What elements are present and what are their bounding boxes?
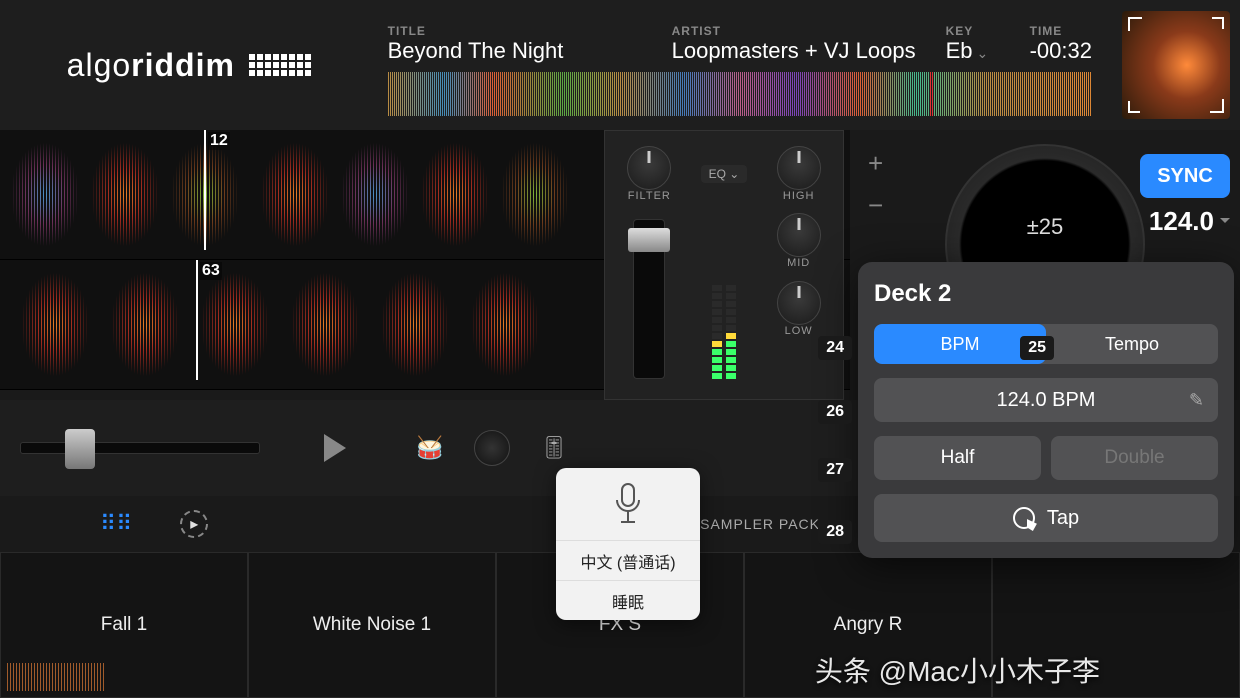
tap-icon (1013, 507, 1035, 529)
callout-badge: 28 (818, 520, 852, 544)
watermark-text: 头条 @Mac小小木子李 (815, 650, 1100, 690)
key-label: KEY (946, 24, 1006, 38)
half-button[interactable]: Half (874, 436, 1041, 480)
vu-meter (712, 219, 736, 379)
pitch-range: ±25 (1027, 214, 1064, 240)
high-knob[interactable] (777, 146, 821, 190)
time-label: TIME (1030, 24, 1092, 38)
mid-knob[interactable] (777, 213, 821, 257)
voice-language[interactable]: 中文 (普通话) (556, 540, 700, 580)
pitch-plus-icon[interactable]: + (868, 148, 883, 179)
track-artist: Loopmasters + VJ Loops (672, 38, 922, 64)
bpm-display[interactable]: 124.0 (1149, 206, 1230, 237)
callout-badge: 25 (1020, 336, 1054, 360)
drums-icon[interactable]: 🥁 (410, 428, 450, 468)
eq-dropdown[interactable]: EQ ⌄ (701, 165, 748, 183)
voice-sleep[interactable]: 睡眠 (556, 580, 700, 620)
logo-prefix: algo (67, 47, 132, 84)
microphone-icon[interactable] (556, 468, 700, 540)
app-logo: algoriddim (10, 47, 368, 84)
sample-pad[interactable]: Fall 1 (0, 552, 248, 698)
channel-fader[interactable] (633, 219, 665, 379)
sync-button[interactable]: SYNC (1140, 154, 1230, 198)
filter-knob[interactable] (627, 146, 671, 190)
callout-badge: 26 (818, 400, 852, 424)
sampler-pack-label[interactable]: SAMPLER PACK (700, 516, 820, 532)
low-label: LOW (777, 325, 821, 337)
cue-marker[interactable]: 12 (208, 132, 230, 150)
high-label: HIGH (777, 190, 821, 202)
cue-marker[interactable]: 63 (200, 262, 222, 280)
track-key[interactable]: Eb⌄ (946, 38, 1006, 64)
deck2-popover: Deck 2 BPM Tempo 124.0 BPM ✎ Half Double… (858, 262, 1234, 558)
crossfader[interactable] (20, 442, 260, 454)
low-knob[interactable] (777, 281, 821, 325)
tap-button[interactable]: Tap (874, 494, 1218, 542)
voice-input-popup: 中文 (普通话) 睡眠 (556, 468, 700, 620)
artist-label: ARTIST (672, 24, 922, 38)
chevron-down-icon: ⌄ (977, 45, 989, 61)
filter-label: FILTER (627, 190, 671, 202)
edit-icon[interactable]: ✎ (1189, 390, 1204, 411)
track-info: TITLE Beyond The Night ARTIST Loopmaster… (368, 14, 1112, 116)
callout-badge: 24 (818, 336, 852, 360)
metronome-icon[interactable]: 🎚 (534, 428, 574, 468)
play-button[interactable] (324, 434, 346, 462)
tempo-segment[interactable]: Tempo (1046, 324, 1218, 364)
title-label: TITLE (388, 24, 648, 38)
callout-badge: 27 (818, 458, 852, 482)
double-button[interactable]: Double (1051, 436, 1218, 480)
popover-title: Deck 2 (874, 280, 1218, 308)
album-artwork[interactable] (1122, 11, 1230, 119)
bpm-value-field[interactable]: 124.0 BPM ✎ (874, 378, 1218, 422)
sample-pad[interactable]: White Noise 1 (248, 552, 496, 698)
mid-label: MID (777, 257, 821, 269)
automix-tab-icon[interactable]: ▸ (180, 510, 208, 538)
pitch-minus-icon[interactable]: − (868, 190, 883, 221)
logo-grid-icon (249, 54, 311, 76)
mixer-panel: FILTER EQ ⌄ HIGH MID LOW (604, 130, 844, 400)
track-title[interactable]: Beyond The Night (388, 38, 648, 64)
header: algoriddim TITLE Beyond The Night ARTIST… (0, 0, 1240, 130)
logo-bold: riddim (131, 47, 235, 84)
grid-tab-icon[interactable]: ⠿⠿ (100, 511, 132, 537)
track-time: -00:32 (1030, 38, 1092, 64)
fx-knob[interactable] (474, 430, 510, 466)
overview-waveform[interactable] (388, 72, 1092, 116)
